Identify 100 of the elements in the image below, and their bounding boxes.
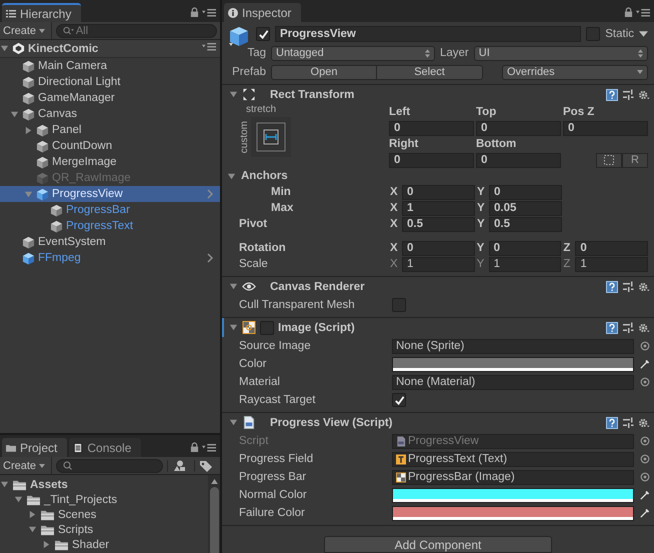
collapse-arrow-icon[interactable] [28, 510, 37, 519]
inspector-tab[interactable]: Inspector [224, 3, 302, 22]
expand-arrow-icon[interactable] [229, 418, 238, 427]
scroll-up-icon[interactable] [210, 479, 218, 484]
overrides-dropdown[interactable]: Overrides [502, 64, 648, 80]
number-field[interactable]: 0.05 [489, 200, 562, 216]
menu-icon[interactable] [202, 443, 216, 452]
hierarchy-item[interactable]: MergeImage [0, 154, 220, 170]
search-field[interactable] [56, 458, 163, 472]
menu-icon[interactable] [202, 8, 216, 17]
settings-icon[interactable] [638, 280, 650, 292]
eyedropper-icon[interactable] [638, 359, 650, 369]
object-field[interactable]: None (Material) [392, 374, 634, 390]
expand-arrow-icon[interactable] [229, 90, 238, 99]
object-picker-icon[interactable] [638, 377, 650, 387]
component-header[interactable]: Progress View (Script) [222, 413, 654, 432]
number-field[interactable]: 0 [476, 120, 561, 136]
number-field[interactable]: 0 [389, 120, 474, 136]
folder-item[interactable]: Scripts [0, 522, 208, 537]
menu-icon[interactable] [636, 8, 650, 17]
name-field[interactable]: ProgressView [275, 26, 582, 42]
component-header[interactable]: Rect Transform [222, 85, 654, 104]
lock-icon[interactable] [190, 442, 199, 453]
number-field[interactable]: 0 [476, 152, 561, 168]
lock-icon[interactable] [624, 7, 633, 18]
expand-arrow-icon[interactable] [14, 495, 23, 504]
hierarchy-item[interactable]: Directional Light [0, 74, 220, 90]
object-field[interactable]: None (Sprite) [392, 338, 634, 354]
presets-icon[interactable] [622, 322, 634, 334]
expand-arrow-icon[interactable] [227, 172, 236, 180]
folder-item[interactable]: Assets [0, 477, 208, 492]
settings-icon[interactable] [638, 416, 650, 428]
object-picker-icon[interactable] [638, 436, 650, 446]
color-field[interactable] [392, 506, 634, 520]
number-field[interactable]: 0.5 [489, 216, 562, 232]
hierarchy-item[interactable]: ProgressText [0, 218, 220, 234]
search-field[interactable]: All [74, 24, 210, 36]
panel-tab[interactable]: Console [69, 438, 142, 457]
object-picker-icon[interactable] [638, 454, 650, 464]
number-field[interactable]: 1 [488, 256, 562, 272]
blueprint-mode-button[interactable] [596, 152, 622, 168]
hierarchy-item[interactable]: Panel [0, 122, 220, 138]
active-checkbox[interactable] [256, 27, 270, 41]
expand-arrow-icon[interactable] [0, 44, 9, 53]
prefab-button[interactable]: Open [271, 64, 377, 80]
expand-arrow-icon[interactable] [28, 525, 37, 534]
component-header[interactable]: Image (Script) [222, 318, 654, 337]
raw-edit-button[interactable]: R [622, 152, 648, 168]
number-field[interactable]: 0 [563, 120, 648, 136]
panel-tab[interactable]: Project [2, 438, 68, 457]
hierarchy-item[interactable]: GameManager [0, 90, 220, 106]
expand-arrow-icon[interactable] [10, 110, 19, 118]
presets-icon[interactable] [622, 88, 634, 100]
number-field[interactable]: 0 [488, 240, 562, 256]
chevron-right-icon[interactable] [206, 253, 214, 263]
expand-arrow-icon[interactable] [229, 323, 238, 332]
anchors-label[interactable]: Anchors [241, 170, 288, 182]
number-field[interactable]: 1 [575, 256, 648, 272]
create-dropdown[interactable]: Create [3, 22, 52, 39]
number-field[interactable]: 1 [402, 256, 475, 272]
hierarchy-item[interactable]: Main Camera [0, 58, 220, 74]
number-field[interactable]: 0 [489, 184, 562, 200]
help-icon[interactable] [606, 416, 618, 428]
number-field[interactable]: 0 [402, 240, 475, 256]
help-icon[interactable] [606, 88, 618, 100]
settings-icon[interactable] [638, 322, 650, 334]
color-field[interactable] [392, 356, 634, 372]
folder-item[interactable]: Shader [0, 537, 208, 552]
number-field[interactable]: 0.5 [402, 216, 475, 232]
hierarchy-item[interactable]: CountDown [0, 138, 220, 154]
add-component-button[interactable]: Add Component [324, 536, 552, 553]
eyedropper-icon[interactable] [638, 490, 650, 500]
property-checkbox[interactable] [392, 298, 406, 312]
help-icon[interactable] [606, 322, 618, 334]
anchor-preset-button[interactable] [251, 117, 291, 157]
hierarchy-item[interactable]: FFmpeg [0, 250, 220, 266]
object-picker-icon[interactable] [638, 472, 650, 482]
enable-checkbox[interactable] [260, 320, 274, 334]
scene-header[interactable]: KinectComic [0, 40, 220, 58]
hierarchy-item[interactable]: EventSystem [0, 234, 220, 250]
folder-item[interactable]: Scenes [0, 507, 208, 522]
presets-icon[interactable] [622, 280, 634, 292]
prefab-button[interactable]: Select [377, 64, 483, 80]
settings-icon[interactable] [638, 88, 650, 100]
expand-arrow-icon[interactable] [229, 282, 238, 291]
object-field[interactable]: ProgressBar (Image) [392, 470, 634, 484]
presets-icon[interactable] [622, 416, 634, 428]
number-field[interactable]: 0 [389, 152, 474, 168]
help-icon[interactable] [606, 280, 618, 292]
menu-icon[interactable] [202, 42, 216, 50]
property-checkbox[interactable] [392, 393, 406, 407]
color-field[interactable] [392, 488, 634, 502]
expand-arrow-icon[interactable] [0, 480, 9, 489]
number-field[interactable]: 0 [402, 184, 475, 200]
hierarchy-item[interactable]: ProgressBar [0, 202, 220, 218]
lock-icon[interactable] [190, 7, 199, 18]
number-field[interactable]: 0 [575, 240, 648, 256]
object-field[interactable]: ProgressText (Text) [392, 452, 634, 466]
layer-dropdown[interactable]: UI [474, 46, 648, 60]
folder-item[interactable]: _Tint_Projects [0, 492, 208, 507]
